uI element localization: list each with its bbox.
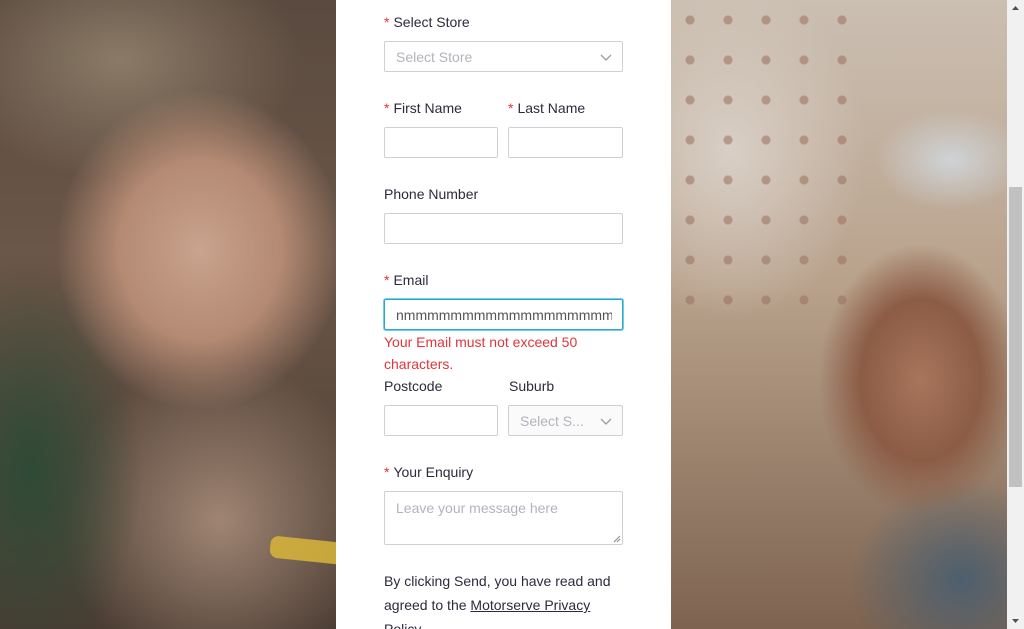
select-store-label: * Select Store	[384, 14, 470, 30]
email-label: * Email	[384, 272, 429, 288]
suburb-dropdown[interactable]: Select S...	[508, 405, 623, 436]
enquiry-label: * Your Enquiry	[384, 464, 474, 480]
required-marker: *	[384, 272, 390, 288]
postcode-field[interactable]	[384, 405, 498, 436]
required-marker: *	[384, 14, 390, 30]
select-store-placeholder: Select Store	[396, 49, 473, 65]
last-name-field[interactable]	[508, 127, 623, 158]
arrow-down-icon[interactable]	[1007, 612, 1024, 629]
background-photo-right	[671, 0, 1007, 629]
chevron-down-icon	[600, 418, 612, 425]
email-error-message: Your Email must not exceed 50 characters…	[384, 334, 578, 372]
enquiry-placeholder: Leave your message here	[396, 500, 558, 516]
postcode-label: Postcode	[384, 378, 443, 394]
suburb-placeholder: Select S...	[520, 413, 584, 429]
chevron-down-icon	[600, 54, 612, 61]
first-name-label: * First Name	[384, 100, 462, 116]
vertical-scrollbar[interactable]	[1007, 0, 1024, 629]
last-name-label: * Last Name	[508, 100, 586, 116]
scrollbar-thumb[interactable]	[1009, 187, 1022, 487]
phone-number-field[interactable]	[384, 213, 623, 244]
email-value: nmmmmmmmmmmmmmmmmmmmmmmmmmmmmmmm	[396, 307, 612, 323]
required-marker: *	[384, 464, 390, 480]
phone-number-label: Phone Number	[384, 186, 479, 202]
arrow-up-icon[interactable]	[1007, 0, 1024, 17]
required-marker: *	[384, 100, 390, 116]
resize-handle-icon[interactable]	[613, 535, 621, 543]
email-field[interactable]: nmmmmmmmmmmmmmmmmmmmmmmmmmmmmmmm	[384, 299, 623, 330]
background-photo-left	[0, 0, 361, 629]
first-name-field[interactable]	[384, 127, 498, 158]
enquiry-form: * Select Store Select Store * First Name *…	[336, 0, 671, 629]
required-marker: *	[508, 100, 514, 116]
suburb-label: Suburb	[509, 378, 555, 394]
privacy-notice: By clicking Send, you have read and agre…	[384, 569, 624, 629]
select-store-dropdown[interactable]: Select Store	[384, 41, 623, 72]
enquiry-textarea[interactable]: Leave your message here	[384, 491, 623, 545]
